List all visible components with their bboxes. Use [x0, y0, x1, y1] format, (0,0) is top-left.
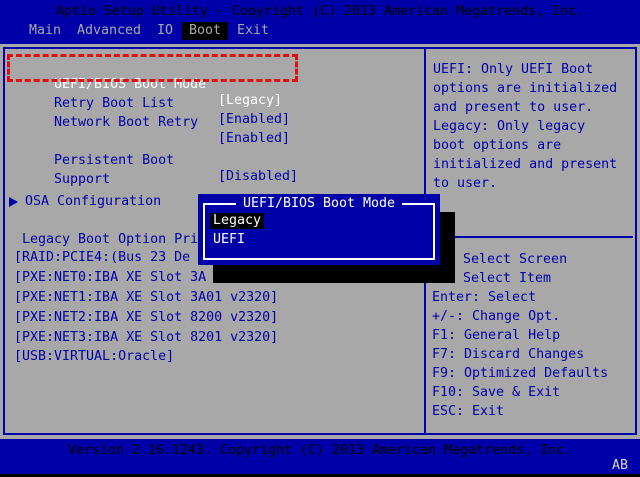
corner-label: AB: [612, 458, 628, 474]
legend-f7: F7: Discard Changes: [432, 347, 584, 363]
help-text: UEFI: Only UEFI Boot options are initial…: [433, 62, 633, 195]
menu-tab-exit[interactable]: Exit: [237, 23, 269, 39]
selection-annotation: [7, 54, 298, 82]
boot-entry-raid[interactable]: [RAID:PCIE4:(Bus 23 De: [14, 250, 190, 266]
menu-tab-main[interactable]: Main: [29, 23, 61, 39]
boot-entry-usb[interactable]: [USB:VIRTUAL:Oracle]: [14, 349, 174, 365]
menu-tab-boot[interactable]: Boot: [182, 22, 228, 40]
menu-tab-io[interactable]: IO: [157, 23, 173, 39]
legend-f9: F9: Optimized Defaults: [432, 366, 608, 382]
boot-priority-header: Legacy Boot Option Pri: [22, 232, 198, 248]
help-line: boot options are: [433, 138, 633, 157]
setting-row-retry-boot-list[interactable]: Retry Boot List [Enabled]: [22, 80, 417, 97]
help-line: to user.: [433, 176, 633, 195]
legend-change-opt: +/-: Change Opt.: [432, 309, 560, 325]
legend-select-screen: Select Screen: [463, 252, 567, 268]
popup-option-uefi[interactable]: UEFI: [213, 232, 245, 248]
boot-mode-popup: UEFI/BIOS Boot Mode Legacy UEFI: [198, 194, 440, 265]
help-line: initialized and present: [433, 157, 633, 176]
help-line: and present to user.: [433, 100, 633, 119]
version-text: Version 2.16.1243. Copyright (C) 2013 Am…: [0, 443, 640, 459]
legend-esc: ESC: Exit: [432, 404, 504, 420]
help-line: options are initialized: [433, 81, 633, 100]
help-line: Legacy: Only legacy: [433, 119, 633, 138]
setting-label: Support: [54, 172, 110, 187]
title-bar: Aptio Setup Utility - Copyright (C) 2013…: [0, 0, 640, 44]
boot-entry-net3[interactable]: [PXE:NET3:IBA XE Slot 8201 v2320]: [14, 330, 278, 346]
legend-f10: F10: Save & Exit: [432, 385, 560, 401]
setting-row-persistent-boot[interactable]: Persistent Boot [Disabled]: [22, 137, 417, 154]
app-title: Aptio Setup Utility - Copyright (C) 2013…: [0, 4, 640, 20]
boot-entry-net0[interactable]: [PXE:NET0:IBA XE Slot 3A: [14, 270, 206, 286]
setting-row-support: Support: [22, 156, 417, 173]
setting-row-network-boot-retry[interactable]: Network Boot Retry [Enabled]: [22, 99, 417, 116]
submenu-arrow-icon: [9, 197, 18, 207]
bios-setup-screen: Aptio Setup Utility - Copyright (C) 2013…: [0, 0, 640, 477]
setting-label: Network Boot Retry: [54, 115, 198, 130]
submenu-osa-configuration[interactable]: OSA Configuration: [25, 194, 161, 210]
popup-option-legacy[interactable]: Legacy: [210, 213, 264, 229]
footer-bar: Version 2.16.1243. Copyright (C) 2013 Am…: [0, 439, 640, 474]
legend-divider: [426, 236, 633, 238]
legend-select-item: Select Item: [463, 271, 551, 287]
help-line: UEFI: Only UEFI Boot: [433, 62, 633, 81]
menu-tab-advanced[interactable]: Advanced: [77, 23, 141, 39]
legend-enter: Enter: Select: [432, 290, 536, 306]
legend-f1: F1: General Help: [432, 328, 560, 344]
boot-entry-net2[interactable]: [PXE:NET2:IBA XE Slot 8200 v2320]: [14, 310, 278, 326]
popup-title: UEFI/BIOS Boot Mode: [236, 196, 402, 212]
boot-entry-net1[interactable]: [PXE:NET1:IBA XE Slot 3A01 v2320]: [14, 290, 278, 306]
